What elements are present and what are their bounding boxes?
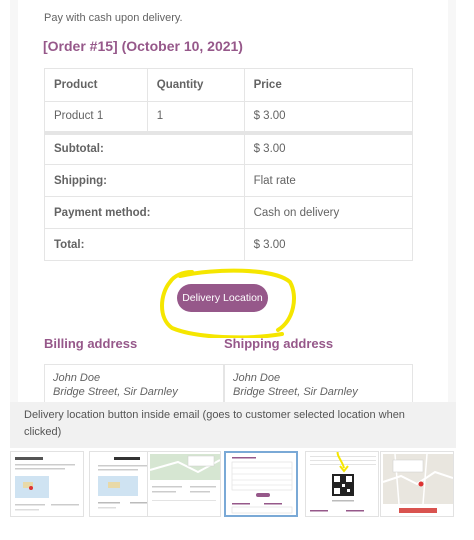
thumb-order-received[interactable] — [10, 451, 84, 517]
thumb-map-view[interactable] — [147, 451, 221, 517]
payment-note: Pay with cash upon delivery. — [44, 12, 183, 24]
thumb-delivery-button-email[interactable] — [224, 451, 298, 517]
thumb-qr-code-image — [310, 452, 376, 512]
thumbnail-strip — [10, 450, 456, 522]
shipping-street: Bridge Street, Sir Darnley — [233, 386, 358, 398]
shipping-name: John Doe — [233, 372, 281, 384]
item-product: Product 1 — [44, 101, 148, 133]
shipping-address-heading: Shipping address — [224, 336, 334, 351]
table-row: Product 1 1 $ 3.00 — [44, 101, 414, 133]
thumb-location-map[interactable] — [380, 451, 454, 517]
payment-method-value: Cash on delivery — [243, 196, 414, 229]
column-header-product: Product — [44, 68, 148, 102]
subtotal-label: Subtotal: — [44, 130, 245, 165]
shipping-label: Shipping: — [44, 164, 245, 197]
totals-row-subtotal: Subtotal: $ 3.00 — [44, 130, 414, 165]
order-heading[interactable]: [Order #15] (October 10, 2021) — [43, 38, 243, 54]
order-details-table: Product Quantity Price Product 1 1 $ 3.0… — [44, 68, 414, 261]
column-header-quantity: Quantity — [146, 68, 245, 102]
billing-address-heading: Billing address — [44, 336, 138, 351]
payment-method-label: Payment method: — [44, 196, 245, 229]
thumb-location-map-image — [382, 453, 453, 513]
screenshot-gallery: Pay with cash upon delivery. [Order #15]… — [0, 0, 474, 540]
shipping-address-box: John Doe Bridge Street, Sir Darnley — [224, 364, 413, 402]
screenshot-caption: Delivery location button inside email (g… — [10, 402, 456, 448]
billing-name: John Doe — [53, 372, 101, 384]
delivery-location-button[interactable]: Delivery Location — [177, 284, 268, 312]
total-label: Total: — [44, 228, 245, 261]
billing-street: Bridge Street, Sir Darnley — [53, 386, 178, 398]
column-header-price: Price — [243, 68, 414, 102]
total-value: $ 3.00 — [243, 228, 414, 261]
shipping-value: Flat rate — [243, 164, 414, 197]
totals-row-shipping: Shipping: Flat rate — [44, 164, 414, 197]
thumb-order-received-image — [15, 457, 79, 511]
totals-row-total: Total: $ 3.00 — [44, 228, 414, 261]
subtotal-value: $ 3.00 — [243, 130, 414, 165]
billing-address-box: John Doe Bridge Street, Sir Darnley — [44, 364, 224, 402]
item-quantity: 1 — [146, 101, 245, 133]
thumb-qr-code[interactable] — [305, 451, 379, 517]
totals-row-payment: Payment method: Cash on delivery — [44, 196, 414, 229]
thumb-map-view-image — [149, 454, 220, 501]
thumb-delivery-button-email-image — [231, 457, 293, 514]
item-price: $ 3.00 — [243, 101, 414, 133]
table-header-row: Product Quantity Price — [44, 68, 414, 102]
